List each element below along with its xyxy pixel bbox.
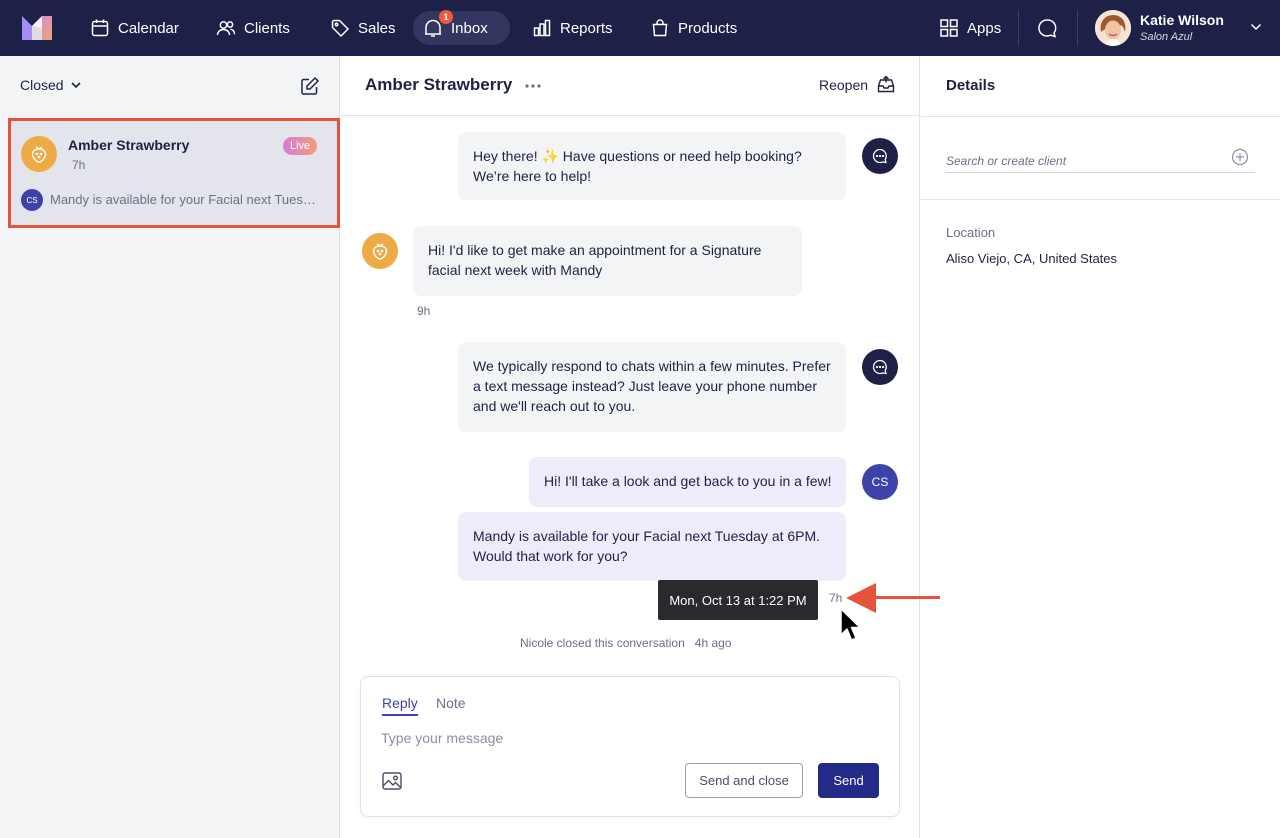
message-bubble: Hi! I'll take a look and get back to you… xyxy=(529,457,846,507)
nav-calendar-label: Calendar xyxy=(118,19,179,37)
clients-icon xyxy=(216,21,236,36)
message-composer: Reply Note Send and close Send xyxy=(360,676,900,817)
send-button[interactable]: Send xyxy=(818,763,879,798)
chat-dots-icon xyxy=(872,148,887,164)
location-value: Aliso Viejo, CA, United States xyxy=(946,251,1118,266)
conversation-closed-note: Nicole closed this conversation 4h ago xyxy=(520,636,731,650)
conversation-header: Amber Strawberry Reopen xyxy=(341,56,920,116)
chat-dots-icon xyxy=(872,359,887,375)
mouse-cursor-icon xyxy=(840,608,861,641)
apps-button[interactable]: Apps xyxy=(929,11,1011,45)
inbox-badge: 1 xyxy=(439,10,453,24)
client-avatar xyxy=(21,136,57,172)
agent-avatar: CS xyxy=(21,189,43,211)
user-menu[interactable]: Katie Wilson Salon Azul xyxy=(1095,10,1270,46)
conversation-panel: Amber Strawberry Reopen Hey there! ✨ Hav… xyxy=(341,56,920,838)
bot-avatar xyxy=(862,138,898,174)
chat-bubble-icon[interactable] xyxy=(1036,17,1058,39)
timestamp-tooltip: Mon, Oct 13 at 1:22 PM xyxy=(658,580,818,620)
nav-divider xyxy=(1077,10,1078,46)
top-nav: Calendar Clients Sales 1 Inbox Reports P… xyxy=(0,0,1280,56)
divider xyxy=(921,199,1280,200)
divider xyxy=(921,116,1280,117)
reopen-label: Reopen xyxy=(819,77,869,93)
conversation-list-panel: Closed Amber Strawberry 7h Live CS Mandy… xyxy=(0,56,340,838)
message-bubble: Hi! I'd like to get make an appointment … xyxy=(413,226,802,296)
nav-reports-label: Reports xyxy=(560,19,613,37)
image-attach-icon[interactable] xyxy=(381,770,403,792)
nav-sales[interactable]: Sales xyxy=(320,11,406,45)
message-bubble: Hey there! ✨ Have questions or need help… xyxy=(458,132,846,200)
apps-label: Apps xyxy=(967,19,1002,37)
reports-icon xyxy=(533,19,551,37)
message-input[interactable] xyxy=(381,727,881,749)
client-avatar xyxy=(362,233,398,269)
message-time: 9h xyxy=(417,304,431,318)
reopen-button[interactable]: Reopen xyxy=(819,75,896,95)
reopen-inbox-icon xyxy=(877,75,895,93)
closed-note-text: Nicole closed this conversation xyxy=(520,636,685,650)
calendar-icon xyxy=(91,19,109,37)
chevron-down-icon xyxy=(71,82,81,89)
live-badge: Live xyxy=(283,137,318,155)
nav-inbox-label: Inbox xyxy=(451,19,488,37)
tab-note[interactable]: Note xyxy=(436,695,466,711)
status-filter-dropdown[interactable]: Closed xyxy=(20,77,82,93)
chevron-down-icon xyxy=(1250,23,1262,31)
brand-logo[interactable] xyxy=(22,16,52,40)
conversation-preview: Mandy is available for your Facial next … xyxy=(50,192,320,207)
nav-calendar[interactable]: Calendar xyxy=(80,11,189,45)
strawberry-icon xyxy=(372,243,388,260)
location-label: Location xyxy=(946,225,996,240)
grid-icon xyxy=(940,19,958,37)
tab-reply[interactable]: Reply xyxy=(382,695,418,716)
conversation-title: Amber Strawberry xyxy=(365,75,513,94)
bot-avatar xyxy=(862,349,898,385)
bag-icon xyxy=(652,19,668,37)
conversation-name: Amber Strawberry xyxy=(68,137,190,153)
tag-icon xyxy=(331,19,350,38)
message-bubble: Mandy is available for your Facial next … xyxy=(458,512,846,581)
nav-inbox[interactable]: 1 Inbox xyxy=(413,10,510,45)
nav-reports[interactable]: Reports xyxy=(522,11,623,45)
nav-products[interactable]: Products xyxy=(640,11,747,45)
more-options-icon[interactable] xyxy=(523,76,543,96)
strawberry-icon xyxy=(31,146,47,163)
nav-products-label: Products xyxy=(678,19,738,37)
avatar xyxy=(1095,10,1131,46)
client-search-input[interactable] xyxy=(946,149,1255,173)
closed-note-time: 4h ago xyxy=(694,636,732,650)
user-salon: Salon Azul xyxy=(1140,31,1193,43)
status-filter-label: Closed xyxy=(20,77,64,93)
send-and-close-button[interactable]: Send and close xyxy=(685,763,803,798)
agent-avatar: CS xyxy=(862,464,898,500)
nav-clients-label: Clients xyxy=(244,19,290,37)
message-time[interactable]: 7h xyxy=(829,591,842,605)
nav-divider xyxy=(1018,10,1019,46)
nav-sales-label: Sales xyxy=(358,19,396,37)
details-title: Details xyxy=(946,77,996,94)
compose-icon[interactable] xyxy=(300,76,320,96)
conversation-item[interactable]: Amber Strawberry 7h Live CS Mandy is ava… xyxy=(8,118,340,228)
conversation-time: 7h xyxy=(72,158,86,172)
message-bubble: We typically respond to chats within a f… xyxy=(458,342,846,432)
nav-clients[interactable]: Clients xyxy=(206,11,300,45)
add-client-icon[interactable] xyxy=(1231,148,1249,166)
user-name: Katie Wilson xyxy=(1140,12,1224,28)
details-panel: Details Location Aliso Viejo, CA, United… xyxy=(921,56,1280,838)
